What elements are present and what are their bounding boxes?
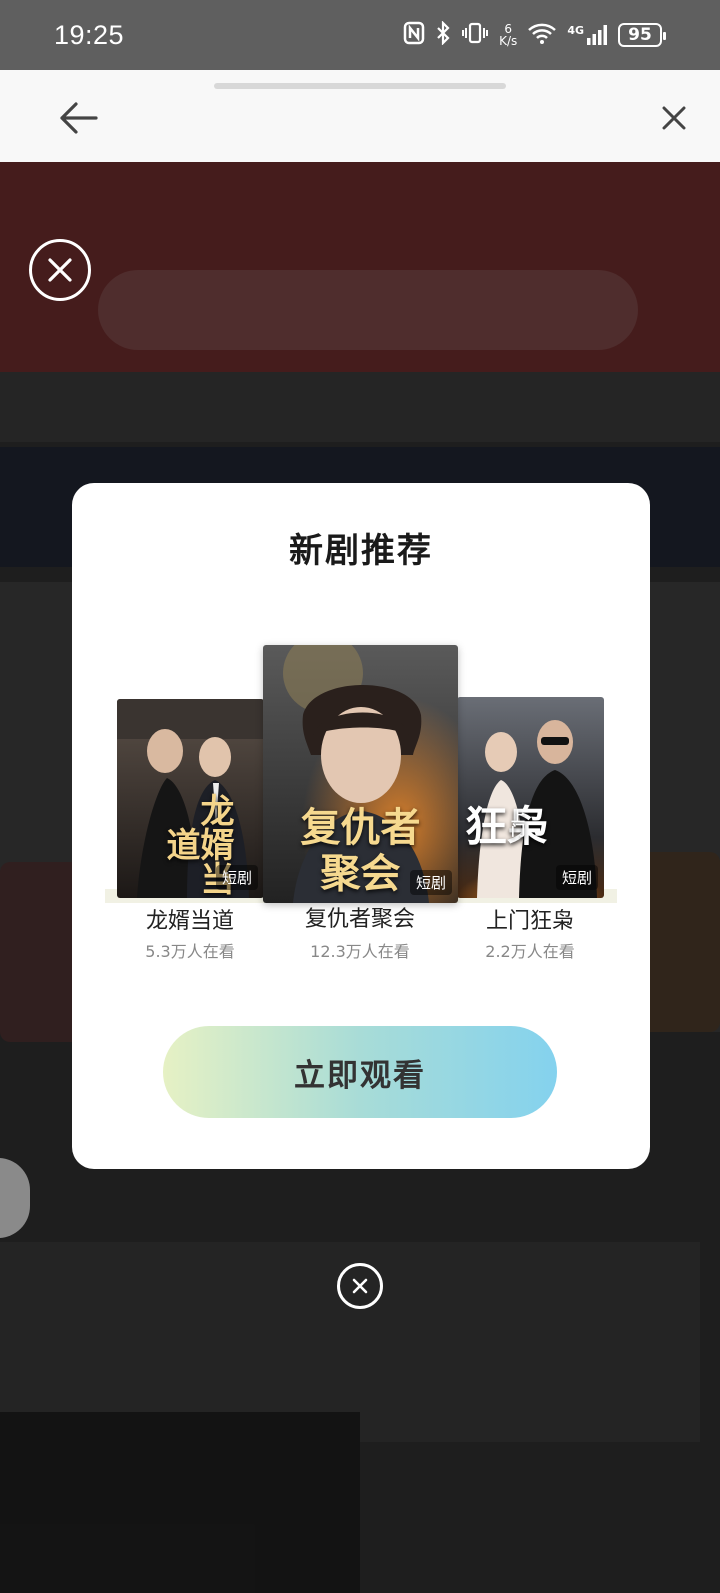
dismiss-overlay-button[interactable] (29, 239, 91, 301)
status-icons: 6 K/s 4G 95 (403, 19, 666, 50)
popup-title: 新剧推荐 (289, 531, 433, 571)
poster-card-featured[interactable]: 复仇者聚会 短剧 (263, 645, 458, 903)
viewer-count: 12.3万人在看 (310, 942, 410, 961)
new-drama-popup: 新剧推荐 龙婿当道 短剧 复仇者聚会 短剧 狂枭 上门 短剧 龙婿当道 5.3万… (72, 483, 650, 1169)
poster-card[interactable]: 龙婿当道 短剧 (117, 699, 264, 898)
watch-now-button[interactable]: 立即观看 (163, 1026, 557, 1118)
status-time: 19:25 (54, 19, 125, 50)
network-type: 4G (567, 24, 584, 37)
close-popup-button[interactable] (337, 1263, 383, 1309)
bluetooth-icon (435, 19, 451, 50)
signal-icon: 4G (567, 24, 608, 46)
arrow-left-icon (60, 102, 98, 134)
close-icon (48, 258, 72, 282)
close-icon (662, 106, 686, 130)
net-speed: 6 K/s (499, 23, 517, 47)
back-button[interactable] (58, 98, 100, 138)
drama-badge: 短剧 (555, 865, 598, 890)
drama-badge: 短剧 (409, 870, 452, 895)
poster-subtitle: 上门 (509, 809, 525, 837)
poster-card[interactable]: 狂枭 上门 短剧 (457, 697, 604, 898)
net-speed-unit: K/s (499, 34, 518, 48)
nfc-icon (403, 21, 425, 50)
show-name[interactable]: 上门狂枭 (440, 903, 620, 935)
show-name[interactable]: 龙婿当道 (100, 903, 280, 935)
close-icon (352, 1278, 368, 1294)
battery-indicator: 95 (618, 23, 666, 47)
poster-title: 狂枭 (465, 802, 550, 851)
top-nav (0, 70, 720, 162)
status-bar: 19:25 6 K/s 4G 95 (0, 0, 720, 70)
show-name[interactable]: 复仇者聚会 (270, 901, 450, 933)
vibrate-icon (461, 21, 489, 50)
viewer-count: 2.2万人在看 (485, 942, 575, 961)
wifi-icon (527, 21, 557, 50)
viewer-count: 5.3万人在看 (145, 942, 235, 961)
drama-badge: 短剧 (215, 865, 258, 890)
sheet-grab-handle[interactable] (214, 83, 506, 89)
close-page-button[interactable] (656, 100, 692, 136)
